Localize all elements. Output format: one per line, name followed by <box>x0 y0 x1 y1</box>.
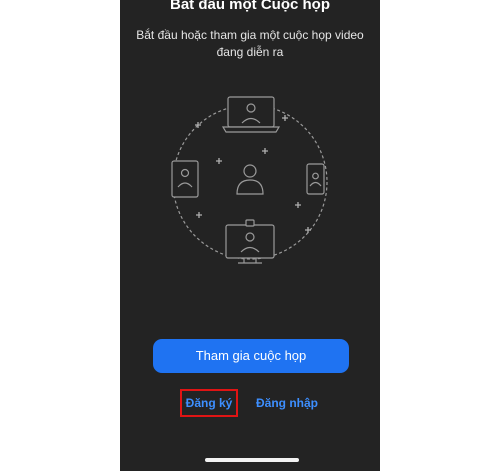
page-subtitle: Bắt đầu hoặc tham gia một cuộc họp video… <box>136 28 364 59</box>
desktop-monitor-icon <box>225 219 275 264</box>
page-title: Bắt đầu một Cuộc họp <box>170 0 330 13</box>
meeting-start-screen: Bắt đầu một Cuộc họp Bắt đầu hoặc tham g… <box>120 0 380 471</box>
tablet-icon <box>171 160 199 198</box>
join-meeting-button[interactable]: Tham gia cuộc họp <box>153 339 349 373</box>
signin-link[interactable]: Đăng nhập <box>254 391 320 415</box>
signup-link[interactable]: Đăng ký <box>180 389 238 417</box>
plus-icon <box>195 115 311 233</box>
phone-icon <box>306 163 325 195</box>
home-indicator <box>205 458 299 462</box>
laptop-icon <box>221 96 281 133</box>
devices-illustration <box>171 96 328 264</box>
user-icon <box>236 164 264 195</box>
